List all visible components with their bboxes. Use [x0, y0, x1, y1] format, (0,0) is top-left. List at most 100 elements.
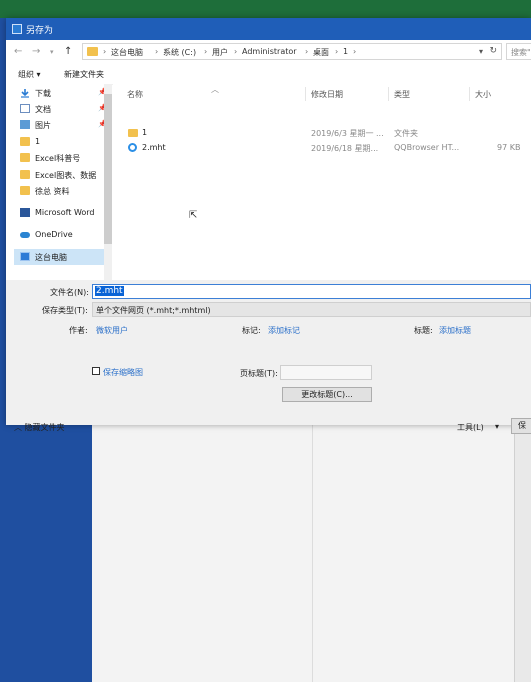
background-scrollbar [514, 425, 531, 682]
sort-up-icon: ︿ [211, 85, 219, 94]
savetype-label: 保存类型(T): [42, 306, 88, 315]
column-header-size[interactable]: 大小 [475, 89, 491, 100]
sidebar-item-label: 图片 [35, 121, 51, 130]
savetype-select[interactable]: 单个文件网页 (*.mht;*.mhtml) [92, 302, 531, 317]
breadcrumb-administrator[interactable]: Administrator [242, 47, 297, 56]
word-icon [20, 208, 30, 217]
title-field[interactable]: 添加标题 [439, 325, 471, 336]
sidebar-item-this-pc[interactable]: 这台电脑 [14, 249, 110, 265]
window-top-bar [0, 0, 531, 18]
sidebar-item-pictures[interactable]: 图片 📌 [14, 117, 110, 133]
address-box[interactable]: › 这台电脑 › 系统 (C:) › 用户 › Administrator › … [82, 43, 502, 60]
save-as-dialog: 另存为 ← → ▾ ↑ › 这台电脑 › 系统 (C:) › 用户 › Admi… [6, 18, 531, 434]
folder-icon [20, 137, 30, 146]
sidebar-item-microsoft-word[interactable]: Microsoft Word [14, 205, 110, 221]
file-list: ︿ 名称 修改日期 类型 大小 1 2019/6/3 星期一 ... 文件夹 2… [113, 84, 531, 280]
chevron-right-icon[interactable]: › [335, 47, 338, 56]
qqbrowser-file-icon [128, 143, 137, 152]
organize-button[interactable]: 组织 ▾ [18, 69, 41, 80]
tools-button[interactable]: 工具(L) [457, 422, 484, 433]
save-thumbnail-label[interactable]: 保存缩略图 [103, 367, 143, 378]
hide-folders-toggle[interactable]: ︿ 隐藏文件夹 [14, 422, 65, 433]
sidebar-item-onedrive[interactable]: OneDrive [14, 227, 110, 243]
sidebar-item-label: 文档 [35, 105, 51, 114]
chevron-right-icon[interactable]: › [234, 47, 237, 56]
folder-icon [20, 186, 30, 195]
navigation-scrollbar[interactable] [104, 84, 112, 280]
filename-label: 文件名(N): [50, 288, 89, 297]
sidebar-item-documents[interactable]: 文档 📌 [14, 101, 110, 117]
chevron-right-icon[interactable]: › [103, 47, 106, 56]
page-title-label: 页标题(T): [240, 369, 278, 378]
address-bar-row: ← → ▾ ↑ › 这台电脑 › 系统 (C:) › 用户 › Administ… [6, 40, 531, 64]
file-date: 2019/6/3 星期一 ... [311, 129, 384, 138]
title-label: 标题: [414, 326, 433, 335]
filename-input[interactable]: 2.mht [92, 284, 531, 299]
sidebar-item-excel-charts[interactable]: Excel图表、数据 [14, 167, 110, 183]
sidebar-item-xu-materials[interactable]: 徐总 资料 [14, 183, 110, 199]
scrollbar-thumb[interactable] [104, 94, 112, 244]
tags-label: 标记: [242, 326, 261, 335]
change-title-button[interactable]: 更改标题(C)... [282, 387, 372, 402]
column-header-type[interactable]: 类型 [394, 89, 410, 100]
refresh-icon[interactable]: ↻ [489, 46, 497, 56]
onedrive-icon [20, 232, 30, 238]
folder-icon [128, 129, 138, 137]
table-row[interactable]: 2.mht 2019/6/18 星期... QQBrowser HT... 97… [113, 141, 531, 155]
download-icon [20, 88, 30, 98]
author-field[interactable]: 微软用户 [96, 325, 128, 336]
column-divider[interactable] [388, 87, 389, 101]
sidebar-item-label: Excel科普号 [35, 154, 81, 163]
word-app-icon [12, 24, 22, 34]
folder-icon [87, 47, 98, 56]
forward-arrow-icon[interactable]: → [32, 46, 40, 57]
hide-folders-label: 隐藏文件夹 [24, 423, 65, 432]
file-type: 文件夹 [394, 129, 418, 138]
sidebar-item-downloads[interactable]: 下载 📌 [14, 85, 110, 101]
column-header-name[interactable]: 名称 [127, 89, 143, 100]
save-button[interactable]: 保 [511, 418, 531, 434]
chevron-right-icon[interactable]: › [305, 47, 308, 56]
dialog-titlebar: 另存为 [6, 18, 531, 40]
page-title-input[interactable] [280, 365, 372, 380]
table-row[interactable]: 1 2019/6/3 星期一 ... 文件夹 [113, 126, 531, 140]
breadcrumb-this-pc[interactable]: 这台电脑 [111, 47, 143, 58]
breadcrumb-desktop[interactable]: 桌面 [313, 47, 329, 58]
address-dropdown-icon[interactable]: ▾ [479, 47, 483, 56]
breadcrumb-users[interactable]: 用户 [212, 47, 228, 58]
save-options-panel: 文件名(N): 2.mht 保存类型(T): 单个文件网页 (*.mht;*.m… [6, 280, 531, 434]
breadcrumb-drive-c[interactable]: 系统 (C:) [163, 47, 196, 58]
column-divider[interactable] [469, 87, 470, 101]
document-icon [20, 104, 30, 113]
picture-icon [20, 120, 30, 129]
chevron-right-icon[interactable]: › [204, 47, 207, 56]
column-header-date[interactable]: 修改日期 [311, 89, 343, 100]
chevron-up-icon: ︿ [14, 423, 25, 432]
column-divider[interactable] [305, 87, 306, 101]
breadcrumb-folder-1[interactable]: 1 [343, 47, 348, 56]
background-page-divider [312, 425, 313, 682]
file-name: 2.mht [142, 143, 166, 152]
new-folder-button[interactable]: 新建文件夹 [64, 69, 104, 80]
savetype-value: 单个文件网页 (*.mht;*.mhtml) [96, 306, 211, 315]
tools-dropdown-icon[interactable]: ▾ [495, 422, 499, 431]
sidebar-item-label: 下载 [35, 89, 51, 98]
recent-dropdown-icon[interactable]: ▾ [50, 48, 54, 56]
sidebar-item-label: Microsoft Word [35, 208, 95, 217]
save-thumbnail-checkbox[interactable] [92, 367, 100, 375]
sidebar-item-label: OneDrive [35, 230, 73, 239]
sidebar-item-excel-kepu[interactable]: Excel科普号 [14, 150, 110, 166]
mouse-cursor-icon: ⇱ [189, 210, 198, 221]
back-arrow-icon[interactable]: ← [14, 46, 22, 57]
tags-field[interactable]: 添加标记 [268, 325, 300, 336]
navigation-pane: 下载 📌 文档 📌 图片 📌 1 Excel科普号 Excel图表、数据 徐总 … [6, 84, 112, 280]
up-arrow-icon[interactable]: ↑ [64, 46, 72, 57]
sidebar-item-folder-1[interactable]: 1 [14, 134, 110, 150]
chevron-right-icon[interactable]: › [353, 47, 356, 56]
filename-value: 2.mht [95, 286, 124, 296]
search-placeholder: 搜索"1" [511, 48, 531, 57]
file-type: QQBrowser HT... [394, 143, 460, 152]
sidebar-item-label: Excel图表、数据 [35, 171, 97, 180]
chevron-right-icon[interactable]: › [155, 47, 158, 56]
search-input[interactable]: 搜索"1" [506, 43, 531, 60]
